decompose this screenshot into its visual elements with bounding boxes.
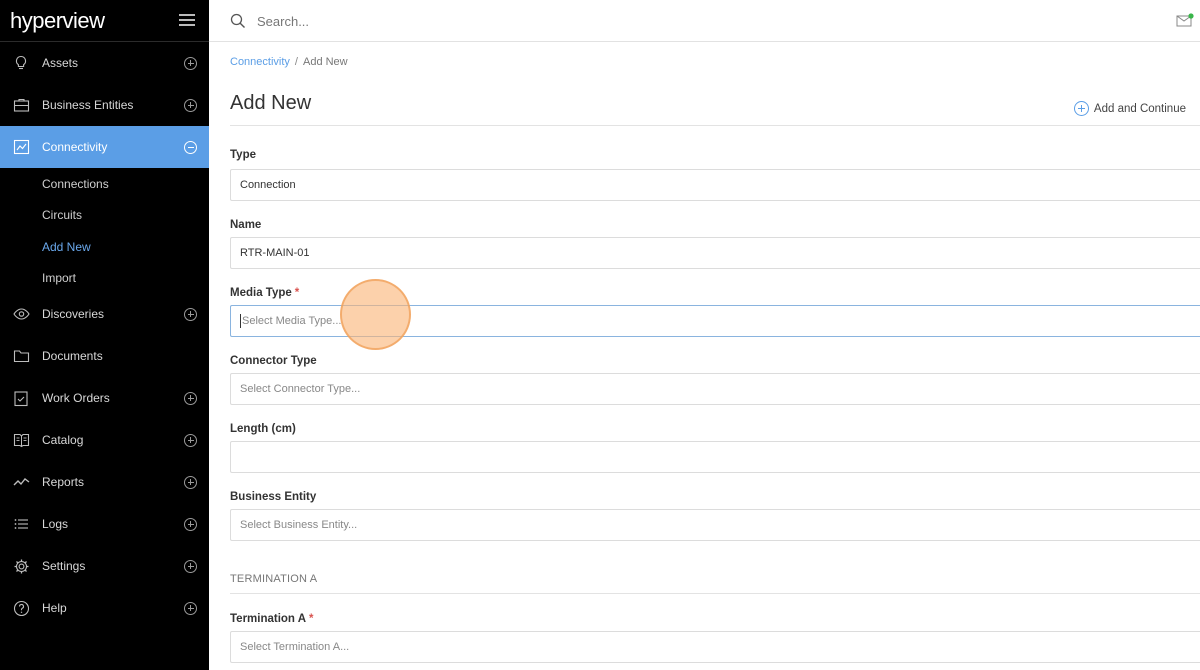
add-and-continue-label: Add and Continue [1093, 102, 1186, 115]
connector-type-placeholder: Select Connector Type... [240, 383, 361, 395]
sidebar-item-label: Logs [42, 517, 69, 531]
logo[interactable]: hyperview [10, 8, 105, 34]
text-caret [240, 314, 241, 328]
sidebar-item-help[interactable]: Help [0, 587, 209, 629]
sidebar-item-label: Settings [42, 559, 86, 573]
business-entity-label: Business Entity [230, 491, 316, 503]
sidebar-item-business-entities[interactable]: Business Entities [0, 84, 209, 126]
sidebar-item-settings[interactable]: Settings [0, 545, 209, 587]
book-icon [12, 431, 30, 449]
business-entity-placeholder: Select Business Entity... [240, 519, 358, 531]
required-asterisk: * [309, 613, 314, 625]
sidebar-item-catalog[interactable]: Catalog [0, 419, 209, 461]
section-divider [230, 593, 1200, 594]
network-icon [12, 138, 30, 156]
expand-plus-icon[interactable] [184, 98, 197, 112]
type-label-text: Type [230, 149, 256, 161]
sidebar-item-connectivity[interactable]: Connectivity [0, 126, 209, 168]
connector-type-label: Connector Type [230, 355, 317, 367]
expand-plus-icon[interactable] [184, 475, 197, 489]
title-divider [230, 125, 1200, 126]
sidebar-item-label: Work Orders [42, 391, 110, 405]
app-window: hyperview Assets Business Entities Conne… [0, 0, 1200, 670]
search-input[interactable] [257, 10, 657, 32]
add-and-continue-button[interactable]: Add and Continue [1073, 101, 1186, 116]
sidebar-item-discoveries[interactable]: Discoveries [0, 293, 209, 335]
notification-mail-icon[interactable] [1176, 13, 1194, 30]
sidebar-item-work-orders[interactable]: Work Orders [0, 377, 209, 419]
required-asterisk: * [294, 287, 300, 299]
termination-a-label-text: Termination A [230, 613, 307, 625]
briefcase-icon [12, 96, 30, 114]
type-label: Type [230, 149, 256, 161]
name-label: Name [230, 219, 261, 231]
sidebar: hyperview Assets Business Entities Conne… [0, 0, 209, 670]
sidebar-item-label: Reports [42, 475, 85, 489]
add-circle-icon [1073, 101, 1089, 116]
media-type-label-text: Media Type [230, 287, 292, 299]
termination-a-section-heading: TERMINATION A [230, 573, 318, 585]
length-input[interactable] [230, 441, 1200, 473]
expand-plus-icon[interactable] [184, 391, 197, 405]
length-label-text: Length (cm) [230, 423, 296, 435]
breadcrumb: Connectivity / Add New [230, 56, 348, 68]
media-type-label: Media Type * [230, 287, 299, 299]
sidebar-item-label: Assets [42, 56, 79, 70]
length-label: Length (cm) [230, 423, 296, 435]
expand-plus-icon[interactable] [184, 433, 197, 447]
sidebar-item-label: Help [42, 601, 67, 615]
hamburger-menu-icon[interactable] [179, 14, 195, 26]
help-circle-icon [12, 599, 30, 617]
breadcrumb-separator: / [294, 56, 298, 68]
sidebar-item-label: Connectivity [42, 140, 108, 154]
business-entity-label-text: Business Entity [230, 491, 317, 503]
trend-line-icon [12, 473, 30, 491]
name-input[interactable]: RTR-MAIN-01 [230, 237, 1200, 269]
logo-bar: hyperview [0, 0, 209, 42]
name-value: RTR-MAIN-01 [240, 247, 310, 259]
clipboard-check-icon [12, 389, 30, 407]
sidebar-item-documents[interactable]: Documents [0, 335, 209, 377]
gear-icon [12, 557, 30, 575]
sidebar-item-label: Discoveries [42, 307, 105, 321]
breadcrumb-link-connectivity[interactable]: Connectivity [230, 56, 290, 68]
business-entity-select[interactable]: Select Business Entity... [230, 509, 1200, 541]
termination-a-placeholder: Select Termination A... [240, 641, 350, 653]
type-select[interactable]: Connection [230, 169, 1200, 201]
termination-a-select[interactable]: Select Termination A... [230, 631, 1200, 663]
sidebar-subitem-add-new[interactable]: Add New [42, 240, 91, 254]
media-type-placeholder: Select Media Type... [242, 315, 342, 327]
page-title: Add New [230, 92, 312, 114]
sidebar-subitem-circuits[interactable]: Circuits [42, 208, 82, 222]
name-label-text: Name [230, 219, 262, 231]
sidebar-item-label: Catalog [42, 433, 84, 447]
expand-plus-icon[interactable] [184, 307, 197, 321]
main-content: Connectivity / Add New Add New Add and Con… [209, 42, 1200, 670]
breadcrumb-current: Add New [302, 56, 348, 68]
connector-type-select[interactable]: Select Connector Type... [230, 373, 1200, 405]
sidebar-subitem-import[interactable]: Import [42, 271, 76, 285]
type-value: Connection [240, 179, 296, 191]
folder-icon [12, 347, 30, 365]
sidebar-item-label: Documents [42, 349, 103, 363]
sidebar-item-assets[interactable]: Assets [0, 42, 209, 84]
top-bar [209, 0, 1200, 42]
expand-plus-icon[interactable] [184, 56, 197, 70]
collapse-minus-icon[interactable] [184, 140, 197, 154]
media-type-select[interactable]: Select Media Type... [230, 305, 1200, 337]
sidebar-subitem-connections[interactable]: Connections [42, 177, 109, 191]
expand-plus-icon[interactable] [184, 601, 197, 615]
sidebar-item-logs[interactable]: Logs [0, 503, 209, 545]
search-icon [230, 13, 246, 32]
expand-plus-icon[interactable] [184, 559, 197, 573]
eye-icon [12, 305, 30, 323]
sidebar-item-label: Business Entities [42, 98, 134, 112]
expand-plus-icon[interactable] [184, 517, 197, 531]
list-icon [12, 515, 30, 533]
connector-type-label-text: Connector Type [230, 355, 317, 367]
sidebar-item-reports[interactable]: Reports [0, 461, 209, 503]
termination-a-label: Termination A * [230, 613, 314, 625]
lightbulb-icon [12, 54, 30, 72]
